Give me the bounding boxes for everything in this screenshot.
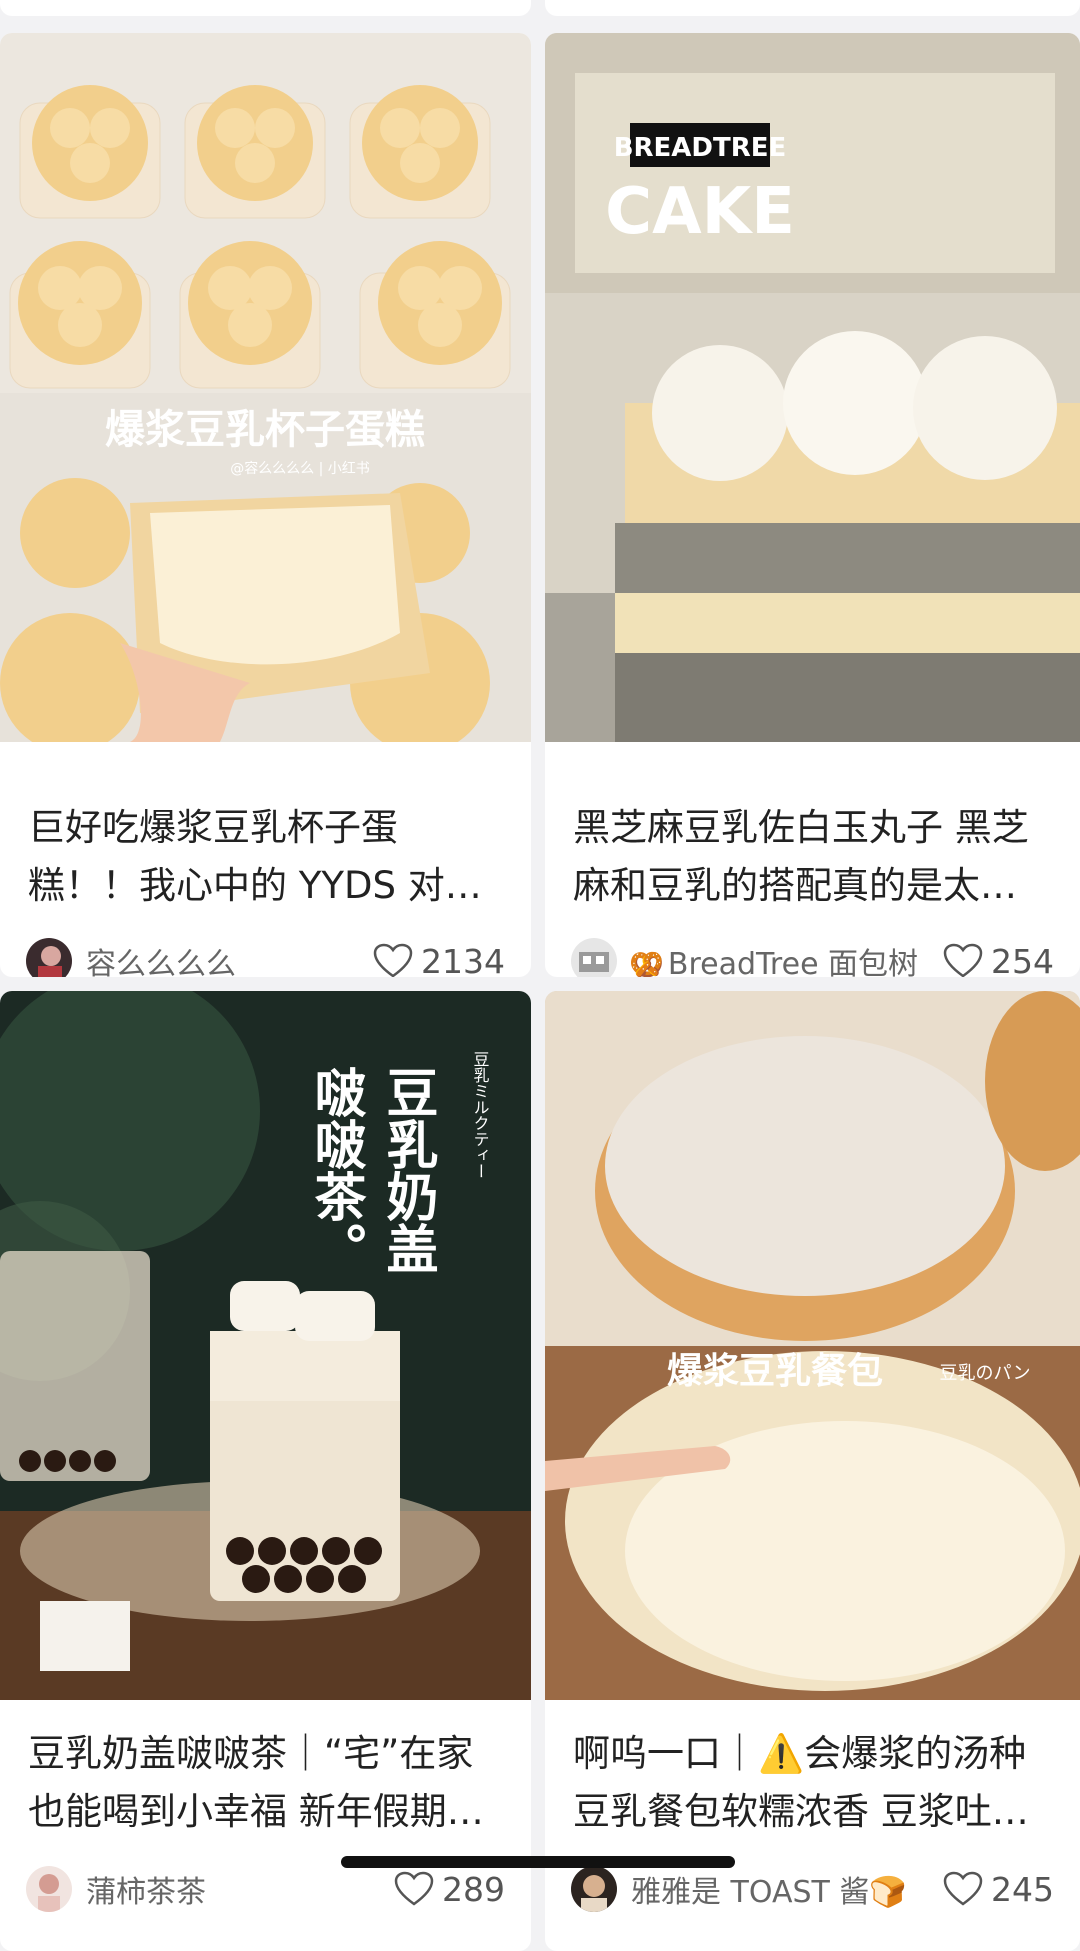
note-title[interactable]: 啊呜一口｜⚠️会爆浆的汤种豆乳餐包软糯浓香 豆浆吐… (573, 1725, 1054, 1841)
note-title[interactable]: 巨好吃爆浆豆乳杯子蛋糕！！我心中的 YYDS 对… (28, 799, 505, 915)
cover-image[interactable]: 豆乳奶盖 啵啵茶。 豆乳ミルクティー (0, 991, 531, 1700)
note-card-2[interactable]: BREADTREE CAKE 黑芝麻豆乳佐白玉丸子 黑芝麻和豆乳的搭配真的是太…… (545, 33, 1080, 977)
cover-title-overlay: CAKE (605, 175, 795, 249)
like-count: 245 (991, 1869, 1054, 1909)
like-button[interactable]: 254 (943, 941, 1054, 978)
cover-subtitle: 豆乳ミルクティー (471, 1051, 490, 1179)
cover-title-line-2: 啵啵茶。 (305, 1066, 366, 1274)
cover-image[interactable]: 爆浆豆乳餐包 豆乳のパン (545, 991, 1080, 1700)
author-name[interactable]: 雅雅是 TOAST 酱🍞 (631, 1867, 943, 1911)
heart-icon (943, 1871, 983, 1906)
avatar[interactable] (571, 938, 617, 977)
note-meta: 容么么么么 2134 (26, 935, 505, 977)
note-card-4[interactable]: 爆浆豆乳餐包 豆乳のパン 啊呜一口｜⚠️会爆浆的汤种豆乳餐包软糯浓香 豆浆吐… … (545, 991, 1080, 1951)
author-name-text: BreadTree 面包树 (667, 947, 919, 977)
cover-image[interactable]: 爆浆豆乳杯子蛋糕 @容么么么么 | 小红书 (0, 33, 531, 742)
heart-icon (394, 1871, 434, 1906)
cover-title-overlay: 爆浆豆乳餐包 (667, 1351, 883, 1392)
avatar[interactable] (26, 1866, 72, 1912)
like-count: 254 (991, 941, 1054, 978)
note-meta: 雅雅是 TOAST 酱🍞 245 (571, 1863, 1054, 1915)
cover-watermark: @容么么么么 | 小红书 (230, 460, 370, 477)
like-count: 2134 (421, 941, 505, 978)
avatar[interactable] (26, 938, 72, 977)
avatar[interactable] (571, 1866, 617, 1912)
note-card-3[interactable]: 豆乳奶盖 啵啵茶。 豆乳ミルクティー 豆乳奶盖啵啵茶｜“宅”在家也能喝到小幸福 … (0, 991, 531, 1951)
note-card-1[interactable]: 爆浆豆乳杯子蛋糕 @容么么么么 | 小红书 巨好吃爆浆豆乳杯子蛋糕！！我心中的 … (0, 33, 531, 977)
author-name[interactable]: 容么么么么 (86, 939, 373, 977)
cover-title-overlay: 爆浆豆乳杯子蛋糕 (105, 407, 425, 453)
like-button[interactable]: 2134 (373, 941, 505, 978)
cover-title-line-1: 豆乳奶盖 (377, 1066, 438, 1274)
like-button[interactable]: 289 (394, 1870, 505, 1909)
heart-icon (373, 943, 413, 977)
pretzel-emoji: 🥨 (629, 948, 664, 977)
author-name[interactable]: 蒲柿茶茶 (86, 1867, 394, 1911)
note-meta: 蒲柿茶茶 289 (26, 1863, 505, 1915)
home-indicator[interactable] (341, 1856, 735, 1868)
cover-brand-overlay: BREADTREE (614, 133, 787, 163)
like-count: 289 (442, 1869, 505, 1909)
author-name[interactable]: 🥨 BreadTree 面包树 (629, 939, 943, 977)
heart-icon (943, 943, 983, 977)
note-title[interactable]: 豆乳奶盖啵啵茶｜“宅”在家也能喝到小幸福 新年假期… (28, 1725, 505, 1841)
note-title[interactable]: 黑芝麻豆乳佐白玉丸子 黑芝麻和豆乳的搭配真的是太… (573, 799, 1054, 915)
cover-subtitle: 豆乳のパン (940, 1363, 1031, 1384)
previous-card-right-edge (545, 0, 1080, 16)
previous-card-left-edge (0, 0, 531, 16)
like-button[interactable]: 245 (943, 1870, 1054, 1909)
cover-image[interactable]: BREADTREE CAKE (545, 33, 1080, 742)
note-meta: 🥨 BreadTree 面包树 254 (571, 935, 1054, 977)
